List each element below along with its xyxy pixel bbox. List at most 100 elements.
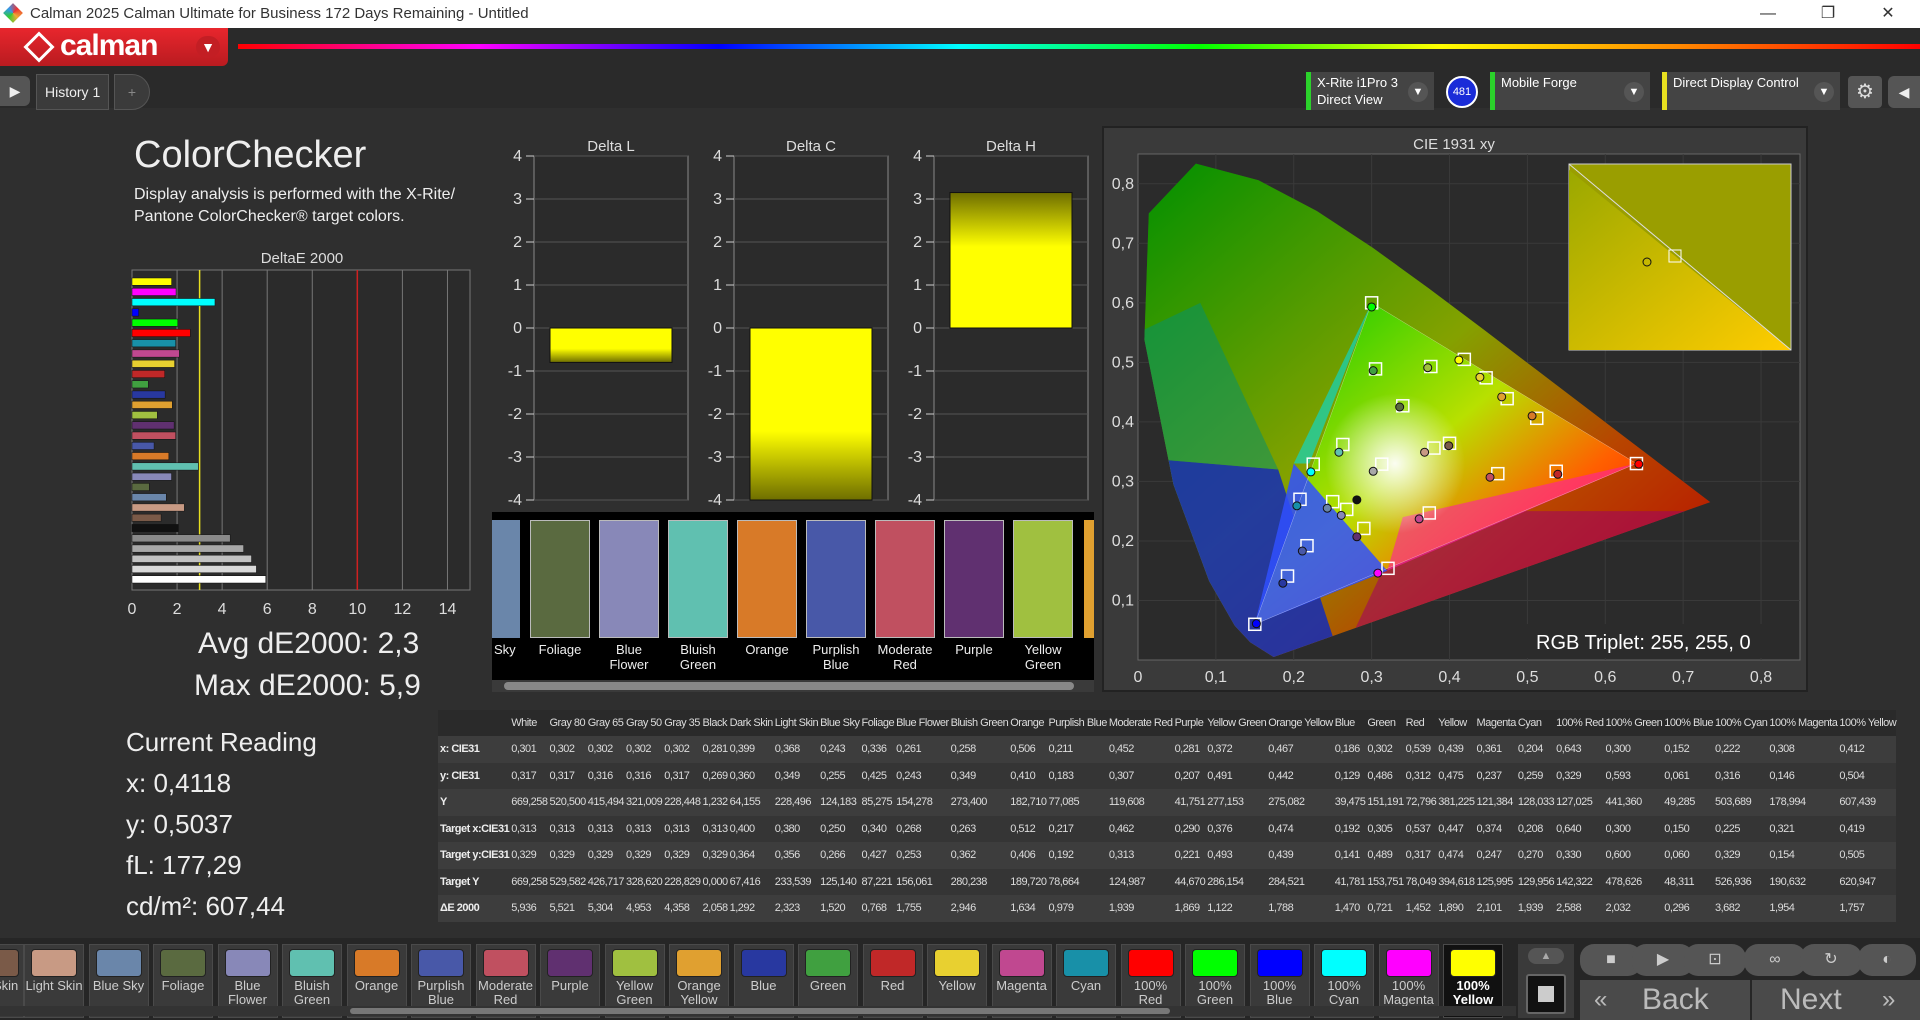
table-row-label: y: CIE31: [438, 762, 510, 789]
table-row-label: Y: [438, 789, 510, 816]
maximize-button[interactable]: ❐: [1808, 2, 1848, 26]
play-icon[interactable]: ▶: [0, 76, 30, 106]
table-corner: [438, 710, 510, 736]
meter-badge[interactable]: 481: [1446, 76, 1478, 108]
scrollbar-thumb[interactable]: [504, 682, 1074, 690]
refresh-icon[interactable]: ↻: [1800, 944, 1862, 976]
cie-y-tick: 0,1: [1112, 592, 1134, 609]
swatch-label: Yellow Green: [1024, 642, 1062, 672]
measured-marker: [1634, 459, 1644, 469]
table-cell: 44,670: [1172, 868, 1206, 895]
minimize-button[interactable]: —: [1748, 2, 1788, 26]
tab-history-1[interactable]: History 1: [36, 74, 110, 110]
swatch-chip[interactable]: [875, 520, 935, 638]
chevron-down-icon[interactable]: ▼: [1624, 82, 1644, 102]
chevron-up-icon[interactable]: ▲: [1528, 948, 1564, 964]
deltae-bar: [131, 503, 185, 512]
measured-marker: [1475, 372, 1485, 382]
table-cell: 526,936: [1712, 868, 1768, 895]
loop-icon[interactable]: ∞: [1744, 944, 1806, 976]
table-cell: 0,489: [1365, 842, 1404, 869]
read-series-icon[interactable]: ⊡: [1684, 944, 1746, 976]
swatch-chip[interactable]: [737, 520, 797, 638]
swatch-color-chip: [353, 949, 400, 977]
swatch-chip[interactable]: [944, 520, 1004, 638]
swatch-strip-scrollbar[interactable]: [492, 680, 1094, 692]
swatch-color-chip: [1192, 949, 1238, 977]
table-column-header: 100% Green: [1603, 710, 1663, 736]
deltae-x-tick: 8: [308, 601, 317, 618]
back-button[interactable]: « Back: [1580, 980, 1750, 1020]
table-cell: 0,225: [1712, 815, 1768, 842]
table-cell: 77,085: [1046, 789, 1107, 816]
deltae-x-tick: 6: [263, 601, 272, 618]
table-row: Target x:CIE31 0,313 0,313 0,313 0,313 0,313 0…: [438, 815, 1897, 842]
table-cell: 0,493: [1205, 842, 1267, 869]
current-reading: Current Reading x: 0,4118 y: 0,5037 fL: …: [126, 722, 317, 927]
add-tab-button[interactable]: +: [114, 74, 150, 110]
deltae-bar: [131, 411, 158, 419]
delta-y-tick: 2: [713, 234, 722, 251]
display-selector[interactable]: Direct Display Control ▼: [1662, 72, 1840, 110]
swatch-label: Purple: [955, 642, 993, 657]
source-selector[interactable]: Mobile Forge ▼: [1490, 72, 1650, 110]
swatch-chip-partial[interactable]: [1084, 520, 1094, 638]
stop-measure-button[interactable]: [1526, 974, 1566, 1014]
table-cell: 1,757: [1837, 895, 1897, 922]
next-button[interactable]: Next »: [1752, 980, 1920, 1020]
delta-y-tick: -4: [708, 492, 722, 509]
gear-icon[interactable]: ⚙: [1848, 76, 1882, 108]
table-cell: 0,258: [948, 736, 1009, 763]
table-cell: 0,312: [1403, 762, 1437, 789]
swatch-scrollbar[interactable]: [0, 1006, 1516, 1016]
swatch-sky[interactable]: [492, 520, 520, 638]
deltae-bar: [131, 308, 139, 317]
close-button[interactable]: ✕: [1868, 2, 1908, 26]
swatch-label: 100% Magenta: [1383, 978, 1434, 1007]
table-cell: 3,682: [1712, 895, 1768, 922]
swatch-chip[interactable]: [668, 520, 728, 638]
table-cell: 0,442: [1266, 762, 1333, 789]
table-cell: 0,000: [700, 868, 728, 895]
table-cell: 0,261: [894, 736, 949, 763]
collapse-panel-icon[interactable]: ◀: [1888, 76, 1920, 108]
cie-x-tick: 0,7: [1672, 669, 1694, 686]
meter-selector[interactable]: X-Rite i1Pro 3 Direct View ▼: [1306, 72, 1434, 110]
table-column-header: 100% Red: [1554, 710, 1604, 736]
max-de-value: Max dE2000: 5,9: [194, 669, 421, 702]
table-cell: 503,689: [1712, 789, 1768, 816]
table-cell: 128,033: [1515, 789, 1555, 816]
table-cell: 119,608: [1106, 789, 1173, 816]
delta-y-tick: 1: [913, 277, 922, 294]
swatch-chip[interactable]: [1013, 520, 1073, 638]
swatch-label: Purplish Blue: [417, 978, 465, 1007]
table-column-header: Green: [1365, 710, 1404, 736]
table-cell: 0,313: [700, 815, 728, 842]
measured-marker: [1485, 472, 1495, 482]
swatch-chip[interactable]: [530, 520, 590, 638]
deltae-bar: [131, 400, 173, 409]
swatch-chip[interactable]: [806, 520, 866, 638]
calman-logo-menu[interactable]: calman ▼: [0, 28, 228, 66]
table-cell: 39,475: [1332, 789, 1366, 816]
cie-y-tick: 0,2: [1112, 533, 1134, 550]
chevron-down-icon[interactable]: ▼: [1814, 82, 1834, 102]
description-line-1: Display analysis is performed with the X…: [134, 186, 456, 203]
delta-y-tick: 1: [713, 277, 722, 294]
cie-x-tick: 0,1: [1205, 669, 1227, 686]
deltae-bar: [131, 277, 172, 286]
chevron-down-icon[interactable]: ▼: [1408, 82, 1428, 102]
table-cell: 49,285: [1662, 789, 1713, 816]
table-cell: 0,061: [1662, 762, 1713, 789]
table-column-header: Blue Sky: [818, 710, 860, 736]
settings-icon[interactable]: ◐: [1858, 944, 1916, 976]
deltae-bar: [131, 575, 267, 584]
table-column-header: Moderate Red: [1106, 710, 1173, 736]
swatch-chip[interactable]: [599, 520, 659, 638]
measured-marker: [1454, 355, 1464, 365]
measured-marker: [1444, 441, 1454, 451]
measured-marker: [1297, 546, 1307, 556]
chevron-down-icon[interactable]: ▼: [196, 36, 220, 58]
scrollbar-thumb[interactable]: [350, 1008, 1170, 1014]
table-cell: 0,329: [662, 842, 701, 869]
